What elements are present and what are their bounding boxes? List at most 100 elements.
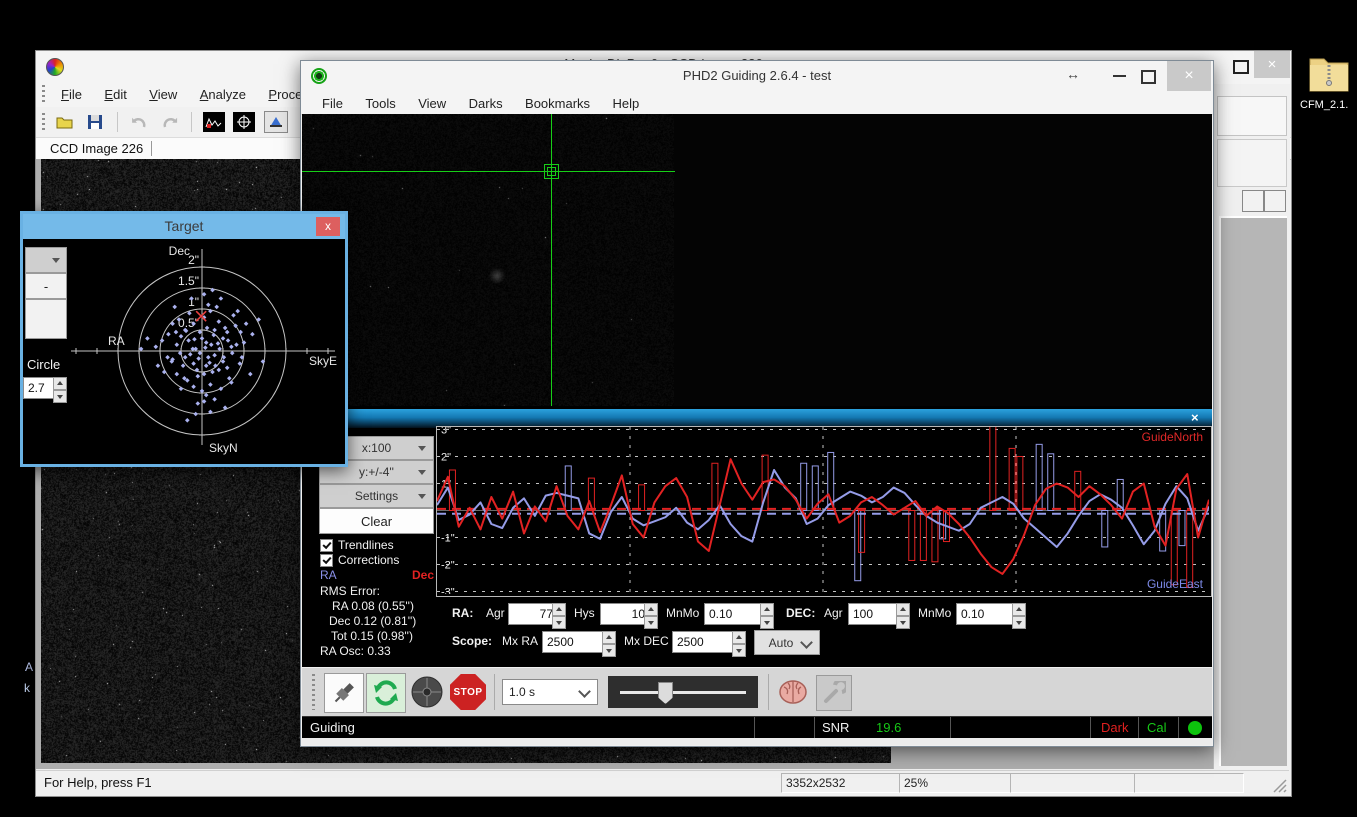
maxim-maximize-button[interactable] [1233, 60, 1249, 74]
svg-text:0.5": 0.5" [178, 316, 199, 330]
mxra-spinner[interactable] [602, 631, 616, 657]
guide-frame-area[interactable] [302, 114, 1212, 406]
advanced-settings-button[interactable] [776, 675, 810, 709]
faint-star-blob [488, 267, 506, 285]
panel-box[interactable] [1217, 139, 1287, 187]
ra-hys-spinner[interactable] [644, 603, 658, 629]
trendlines-checkbox[interactable]: Trendlines [320, 538, 394, 552]
panel-box[interactable] [1217, 96, 1287, 136]
dec-series-label[interactable]: Dec [412, 568, 434, 582]
ra-series-label[interactable]: RA [320, 568, 337, 582]
target-zoom-out-button[interactable]: - [25, 273, 67, 299]
phd2-close-button[interactable]: × [1167, 61, 1211, 91]
ra-hys-label: Hys [574, 606, 595, 620]
maxim-menu-file[interactable]: File [52, 83, 91, 102]
graph-clear-button[interactable]: Clear [319, 508, 434, 534]
slider-thumb[interactable] [658, 682, 673, 704]
rms-dec-value: Dec 0.12 (0.81'') [329, 614, 416, 628]
target-titlebar[interactable]: Target x [23, 214, 345, 239]
ra-hys-input[interactable]: 10 [600, 603, 650, 625]
dec-agr-input[interactable]: 100 [848, 603, 902, 625]
status-help-text: For Help, press F1 [44, 775, 152, 790]
stop-button[interactable]: STOP [450, 674, 486, 710]
crosshair-icon[interactable] [233, 112, 255, 132]
undo-icon[interactable] [128, 112, 150, 132]
loop-exposures-button[interactable] [366, 673, 406, 713]
graph-panel: × x:100 y:+/-4'' Settings Clear Trendlin… [302, 406, 1212, 667]
status-zoom-level: 25% [899, 773, 1014, 793]
mxdec-input[interactable]: 2500 [672, 631, 738, 653]
dec-mnmo-input[interactable]: 0.10 [956, 603, 1018, 625]
graph-settings-dropdown[interactable]: Settings [319, 484, 434, 508]
mxra-input[interactable]: 2500 [542, 631, 608, 653]
guide-button[interactable] [410, 675, 444, 709]
ra-agr-spinner[interactable] [552, 603, 566, 629]
dec-mode-dropdown[interactable]: Auto [754, 630, 820, 655]
toolbar-grip[interactable] [42, 113, 45, 131]
target-scale-dropdown[interactable] [25, 247, 67, 273]
graph-close-icon[interactable]: × [1191, 410, 1199, 425]
brightness-slider[interactable] [608, 676, 758, 708]
phd2-menu-darks[interactable]: Darks [460, 92, 512, 111]
target-window: Target x 0.5"1"1.5"2"DecRASkyESkyN - Cir… [20, 211, 348, 467]
maxim-menu-edit[interactable]: Edit [95, 83, 135, 102]
status-state: Guiding [310, 720, 355, 735]
status-separator [950, 717, 951, 739]
connect-equipment-button[interactable] [324, 673, 364, 713]
open-file-icon[interactable] [54, 112, 76, 132]
ra-mnmo-input[interactable]: 0.10 [704, 603, 766, 625]
desktop-fragment-a: A [25, 660, 33, 674]
mxdec-label: Mx DEC [624, 634, 669, 648]
guiding-status-led [1188, 721, 1202, 735]
maximize-button[interactable] [1141, 70, 1156, 84]
save-icon[interactable] [84, 112, 106, 132]
maxim-close-button[interactable]: × [1254, 51, 1290, 78]
phd2-menubar: File Tools View Darks Bookmarks Help [301, 91, 1213, 115]
ra-agr-label: Agr [486, 606, 505, 620]
screen-stretch-icon[interactable] [264, 111, 288, 133]
ra-agr-input[interactable]: 77 [508, 603, 558, 625]
dec-mnmo-spinner[interactable] [1012, 603, 1026, 629]
phd2-menu-tools[interactable]: Tools [356, 92, 404, 111]
guide-frame-image [302, 114, 674, 406]
phd2-menu-help[interactable]: Help [604, 92, 649, 111]
camera-settings-button[interactable] [816, 675, 852, 711]
maxim-menu-view[interactable]: View [140, 83, 186, 102]
minimize-button[interactable] [1113, 75, 1126, 77]
rms-tot-value: Tot 0.15 (0.98'') [331, 629, 413, 643]
panel-button[interactable] [1264, 190, 1286, 212]
tab-ccd-image[interactable]: CCD Image 226 [50, 141, 152, 156]
phd2-menu-bookmarks[interactable]: Bookmarks [516, 92, 599, 111]
phd2-titlebar[interactable]: PHD2 Guiding 2.6.4 - test ↔ × [301, 61, 1213, 91]
dark-status: Dark [1101, 720, 1128, 735]
dec-agr-label: Agr [824, 606, 843, 620]
resize-grip[interactable] [1273, 779, 1287, 793]
maxim-menu-analyze[interactable]: Analyze [191, 83, 255, 102]
panel-button[interactable] [1242, 190, 1264, 212]
target-blank-button[interactable] [25, 299, 67, 339]
toolbar-grip[interactable] [312, 674, 315, 710]
dec-agr-spinner[interactable] [896, 603, 910, 629]
trendlines-label: Trendlines [338, 538, 394, 552]
corrections-checkbox[interactable]: Corrections [320, 553, 399, 567]
ra-mnmo-label: MnMo [666, 606, 699, 620]
pin-arrows-icon[interactable]: ↔ [1066, 66, 1080, 82]
ra-mnmo-spinner[interactable] [760, 603, 774, 629]
circle-radius-spinner[interactable] [53, 377, 67, 403]
phd2-bottom-edge [302, 738, 1212, 745]
menubar-grip[interactable] [42, 85, 45, 103]
phd2-menu-file[interactable]: File [313, 92, 352, 111]
target-scatter-plot: 0.5"1"1.5"2"DecRASkyESkyN [23, 239, 345, 461]
mxra-label: Mx RA [502, 634, 538, 648]
target-close-button[interactable]: x [316, 217, 340, 236]
snr-value: 19.6 [876, 720, 901, 735]
desktop-icon-cfm[interactable]: CFM_2.1. [1298, 55, 1357, 125]
phd2-menu-view[interactable]: View [409, 92, 455, 111]
guiding-graph-plot: 3"2"1"-1"-2"-3"GuideNorthGuideEast [436, 426, 1212, 597]
redo-icon[interactable] [159, 112, 181, 132]
exposure-duration-dropdown[interactable]: 1.0 s [502, 679, 598, 705]
graph-xscale-label: x:100 [362, 441, 391, 455]
toolbar-separator [191, 112, 192, 132]
histogram-icon[interactable] [203, 112, 225, 132]
mxdec-spinner[interactable] [732, 631, 746, 657]
